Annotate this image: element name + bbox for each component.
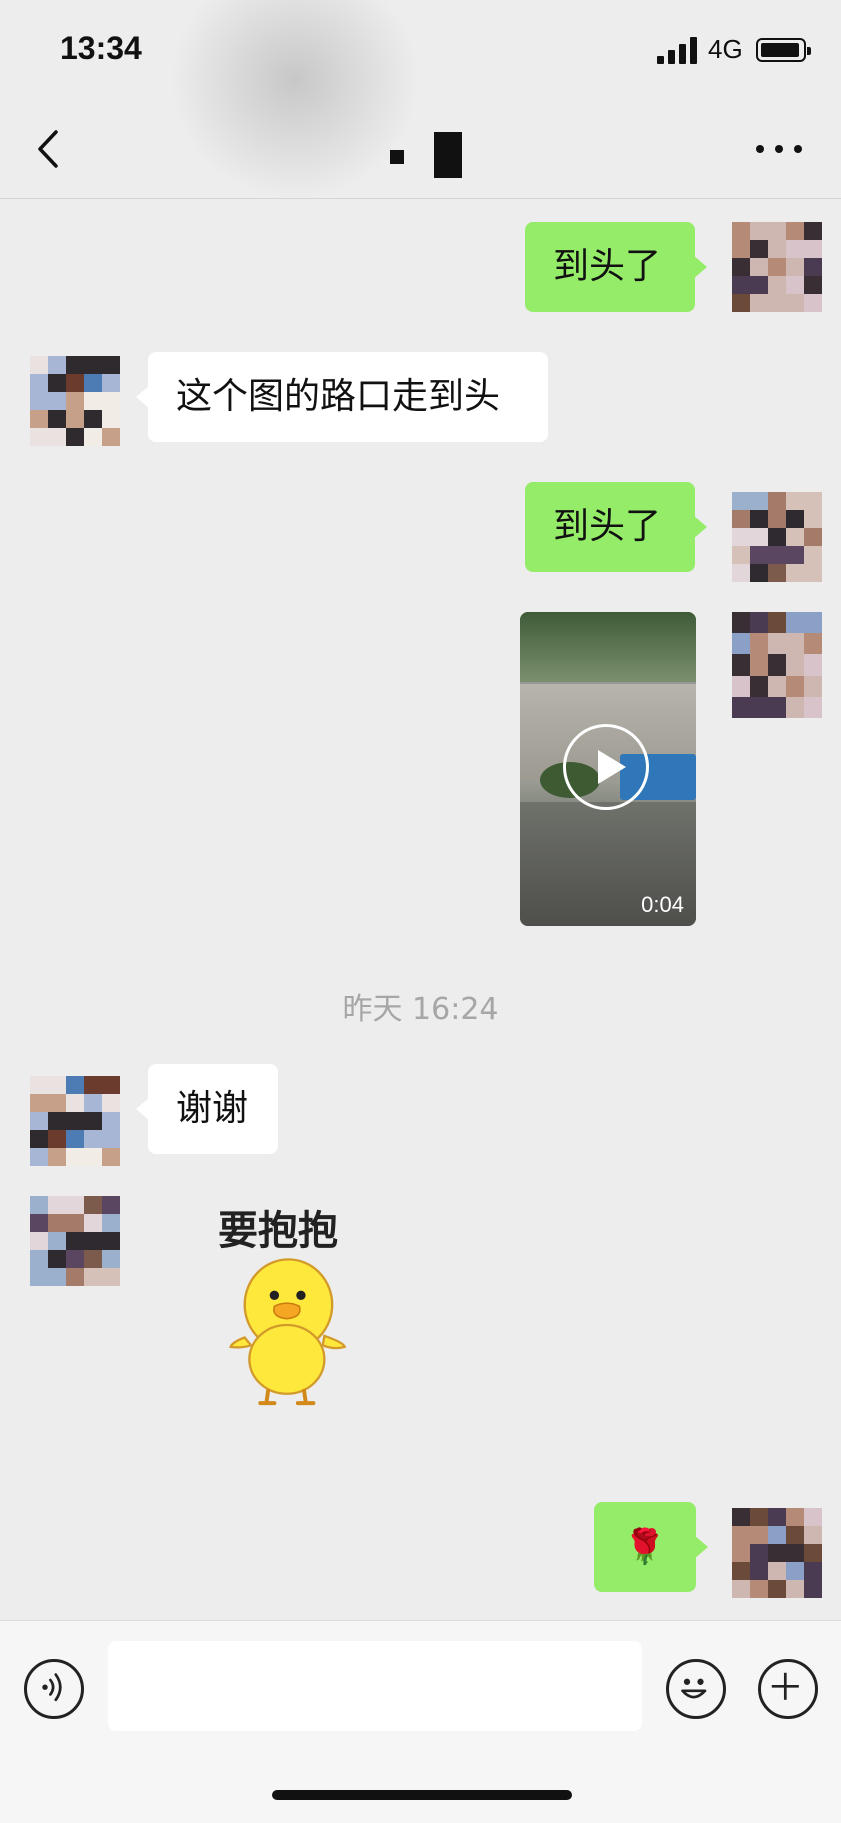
status-time: 13:34 <box>60 30 142 66</box>
video-message[interactable]: 0:04 <box>520 612 696 926</box>
signal-icon <box>657 36 699 64</box>
message-input[interactable] <box>108 1641 642 1731</box>
home-indicator[interactable] <box>272 1790 572 1800</box>
my-avatar <box>732 1508 822 1598</box>
my-avatar <box>732 222 822 312</box>
contact-avatar[interactable] <box>30 356 120 446</box>
network-label: 4G <box>708 34 743 64</box>
message-bubble-sent[interactable]: 🌹 <box>594 1502 708 1592</box>
emoji-icon[interactable] <box>666 1659 726 1719</box>
message-bubble-sent[interactable]: 到头了 <box>525 482 707 572</box>
voice-icon[interactable] <box>24 1659 84 1719</box>
duck-sticker-icon[interactable] <box>210 1250 370 1450</box>
plus-icon[interactable] <box>758 1659 818 1719</box>
back-icon[interactable] <box>30 124 70 174</box>
battery-icon <box>756 38 811 62</box>
message-bubble-received[interactable]: 谢谢 <box>136 1064 278 1154</box>
contact-avatar[interactable] <box>30 1196 120 1286</box>
video-duration: 0:04 <box>641 892 684 917</box>
chat-header <box>0 104 841 199</box>
message-bubble-sent[interactable]: 到头了 <box>525 222 707 312</box>
my-avatar <box>732 492 822 582</box>
message-bubble-received[interactable]: 这个图的路口走到头 <box>136 352 548 442</box>
status-bar: 13:34 4G <box>0 0 841 200</box>
more-icon[interactable] <box>754 142 804 156</box>
contact-avatar[interactable] <box>30 1076 120 1166</box>
my-avatar <box>732 612 822 718</box>
sticker-caption: 要抱抱 <box>218 1208 338 1254</box>
chat-timestamp: 昨天 16:24 <box>342 992 499 1027</box>
play-icon[interactable] <box>563 724 649 810</box>
